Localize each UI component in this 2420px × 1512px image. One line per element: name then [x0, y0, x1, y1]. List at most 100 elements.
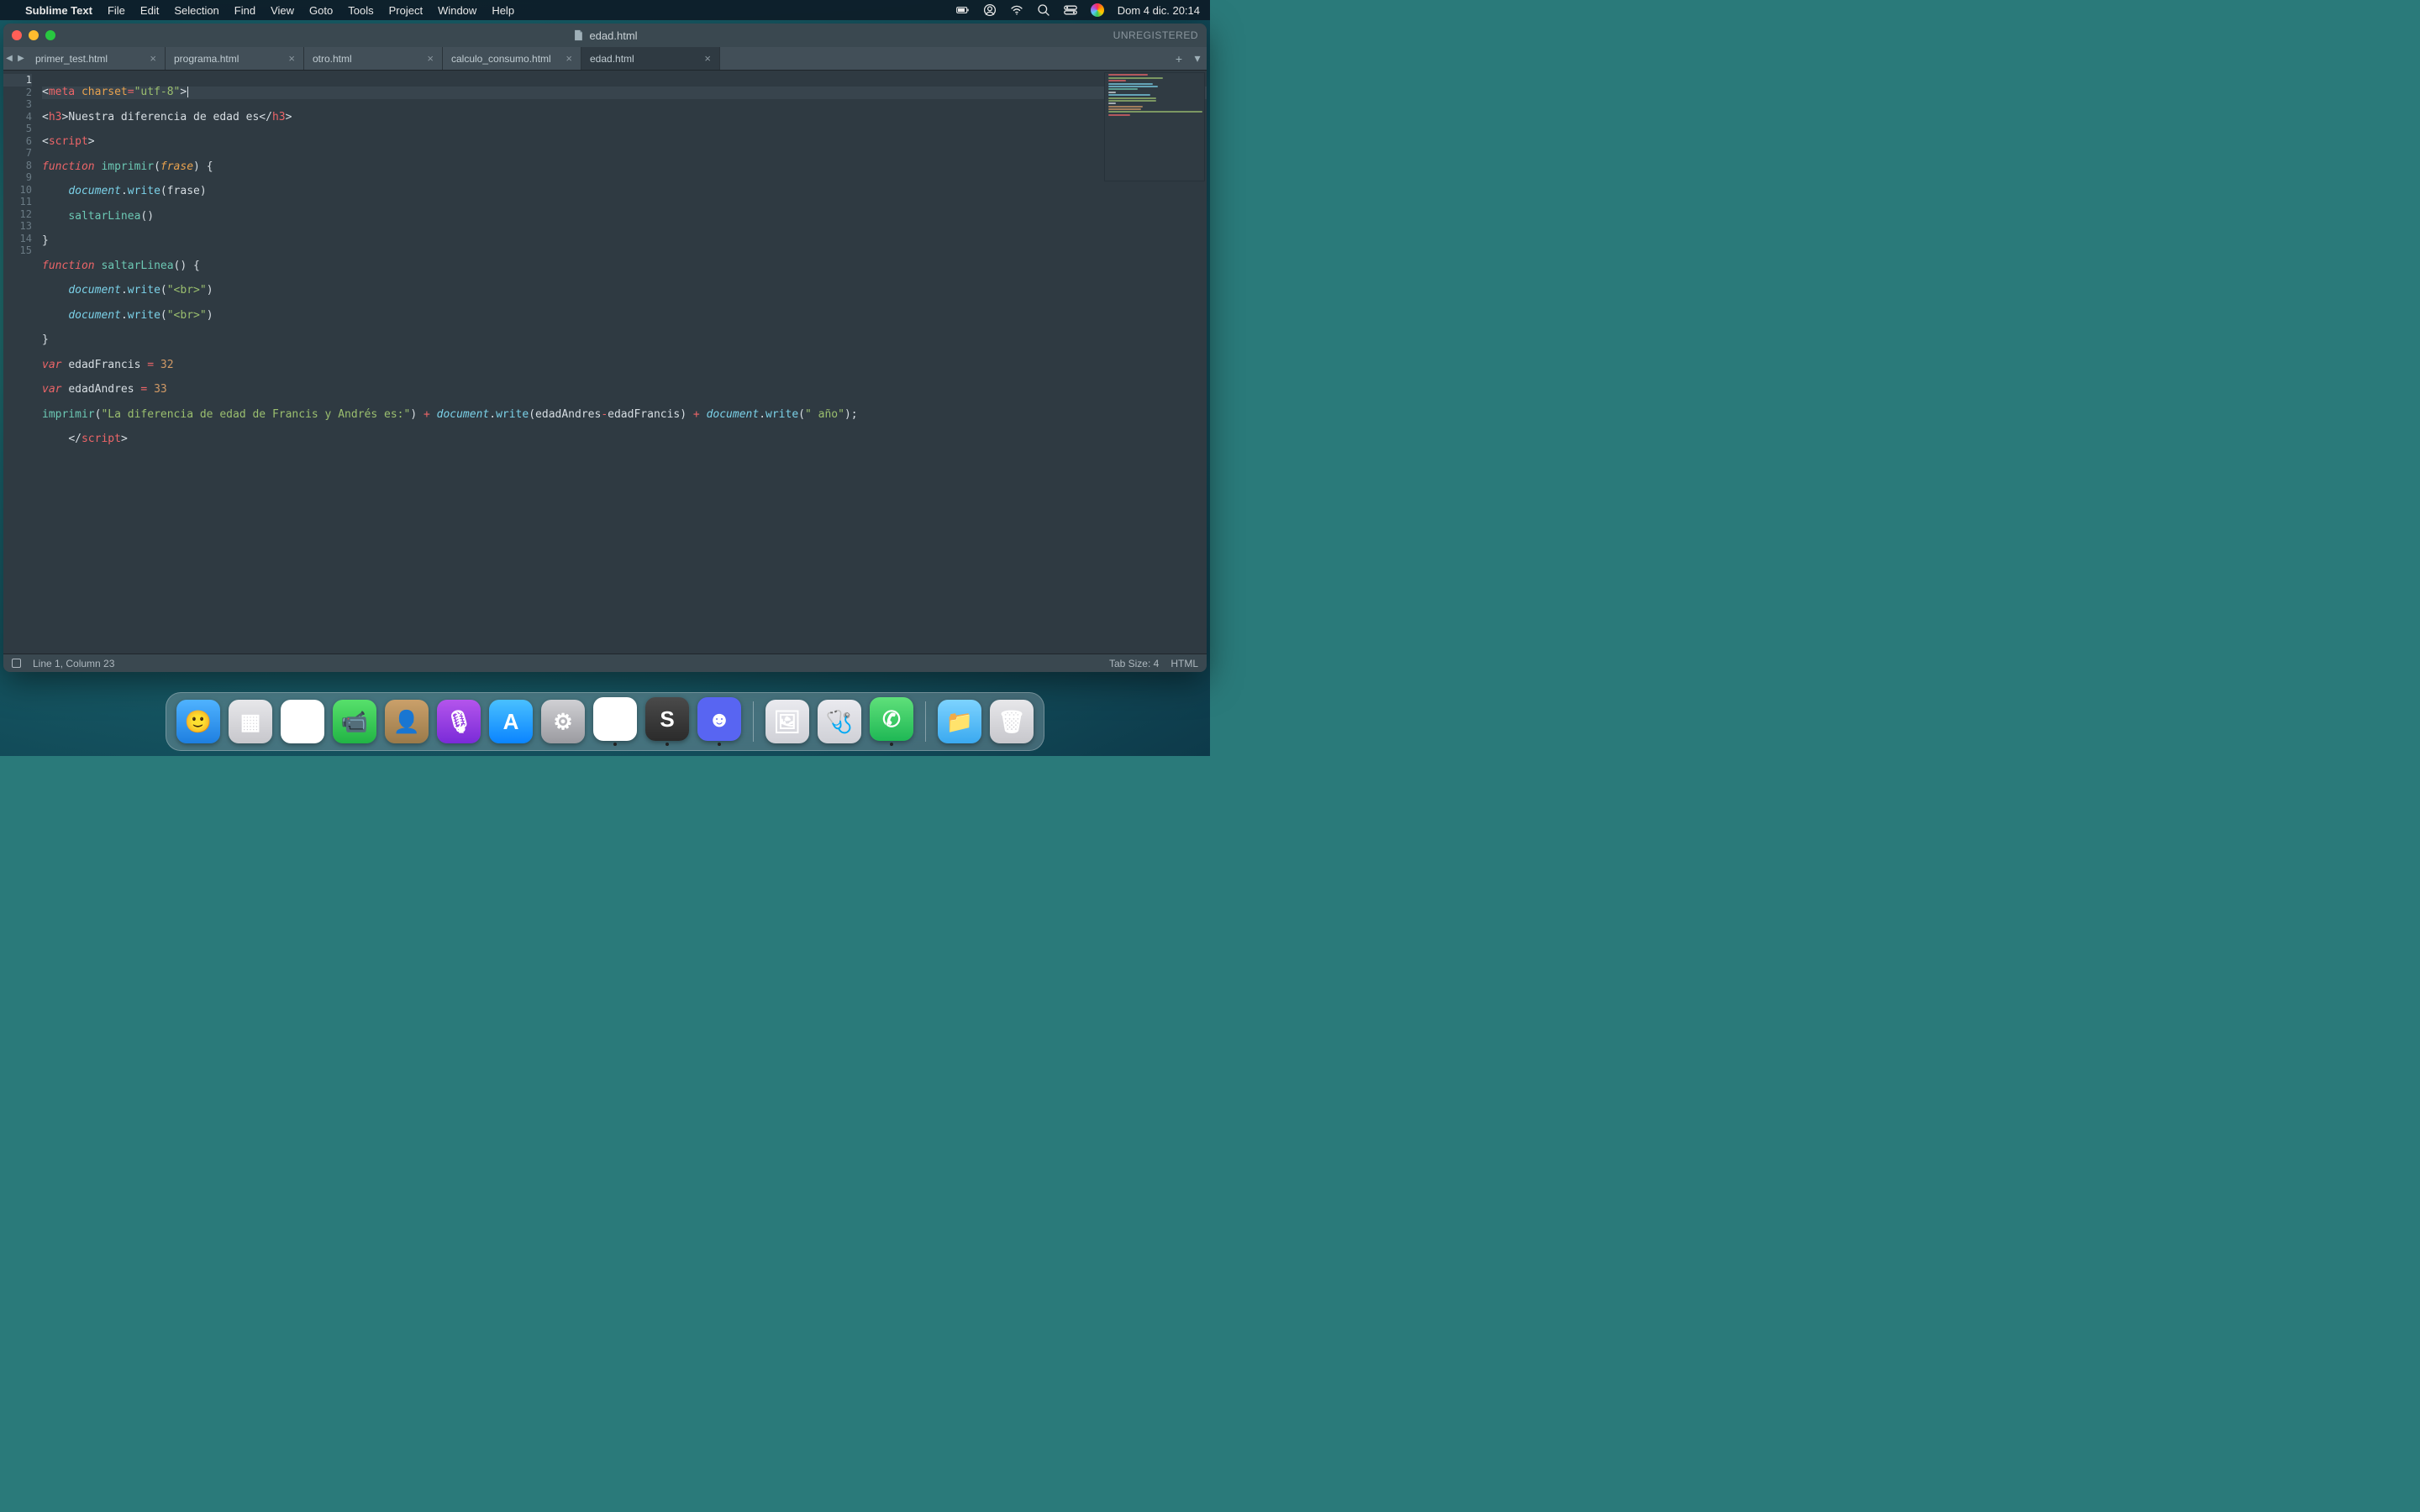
menu-tools[interactable]: Tools — [348, 4, 373, 17]
menu-project[interactable]: Project — [389, 4, 423, 17]
zoom-button[interactable] — [45, 30, 55, 40]
syntax-mode[interactable]: HTML — [1171, 658, 1198, 669]
dock-app-discord[interactable]: ☻ — [697, 697, 741, 746]
dock-app-folder[interactable]: 📁 — [938, 700, 981, 743]
line-number: 8 — [3, 160, 32, 172]
code-line: <meta charset="utf-8"> — [42, 87, 1207, 99]
line-number: 7 — [3, 147, 32, 160]
close-icon[interactable]: × — [427, 52, 434, 65]
close-button[interactable] — [12, 30, 22, 40]
dock-app-settings[interactable]: ⚙︎ — [541, 700, 585, 743]
running-indicator-icon — [613, 743, 617, 746]
status-bar: Line 1, Column 23 Tab Size: 4 HTML — [3, 654, 1207, 672]
menu-file[interactable]: File — [108, 4, 125, 17]
battery-icon[interactable] — [956, 3, 970, 17]
user-icon[interactable] — [983, 3, 997, 17]
line-number: 13 — [3, 220, 32, 233]
macos-dock: 🙂▦✿📹👤🎙A⚙︎◎S☻ 🖼🩺✆ 📁🗑 — [166, 692, 1044, 751]
dock-app-launchpad[interactable]: ▦ — [229, 700, 272, 743]
tab-programa[interactable]: programa.html × — [166, 47, 304, 70]
tab-label: calculo_consumo.html — [451, 53, 551, 65]
dock-app-whatsapp[interactable]: ✆ — [870, 697, 913, 746]
code-line: <script> — [42, 136, 1207, 149]
sublime-window: edad.html UNREGISTERED ◀ ▶ primer_test.h… — [3, 24, 1207, 672]
tab-dropdown-button[interactable]: ▾ — [1188, 47, 1207, 70]
line-number: 10 — [3, 184, 32, 197]
code-editor[interactable]: 1 2 3 4 5 6 7 8 9 10 11 12 13 14 15 <met… — [3, 71, 1207, 654]
line-number: 15 — [3, 244, 32, 257]
window-titlebar[interactable]: edad.html UNREGISTERED — [3, 24, 1207, 47]
code-line: document.write("<br>") — [42, 285, 1207, 297]
control-center-icon[interactable] — [1064, 3, 1077, 17]
dock-app-finder[interactable]: 🙂 — [176, 700, 220, 743]
new-tab-button[interactable]: + — [1170, 47, 1188, 70]
tab-label: edad.html — [590, 53, 634, 65]
sidebar-toggle-icon[interactable] — [12, 659, 21, 668]
line-number: 12 — [3, 208, 32, 221]
app-menu[interactable]: Sublime Text — [25, 4, 92, 17]
line-number: 3 — [3, 98, 32, 111]
tab-label: otro.html — [313, 53, 352, 65]
document-icon — [572, 29, 584, 41]
siri-icon[interactable] — [1091, 3, 1104, 17]
tab-size[interactable]: Tab Size: 4 — [1109, 658, 1159, 669]
menu-edit[interactable]: Edit — [140, 4, 159, 17]
menu-selection[interactable]: Selection — [174, 4, 218, 17]
dock-app-diskutil[interactable]: 🩺 — [818, 700, 861, 743]
dock-app-contacts[interactable]: 👤 — [385, 700, 429, 743]
code-line: </script> — [42, 433, 1207, 446]
close-icon[interactable]: × — [150, 52, 156, 65]
dock-app-trash[interactable]: 🗑 — [990, 700, 1034, 743]
tab-calculo-consumo[interactable]: calculo_consumo.html × — [443, 47, 581, 70]
tab-label: primer_test.html — [35, 53, 108, 65]
spotlight-icon[interactable] — [1037, 3, 1050, 17]
close-icon[interactable]: × — [704, 52, 711, 65]
line-number: 5 — [3, 123, 32, 135]
dock-app-preview[interactable]: 🖼 — [765, 700, 809, 743]
dock-app-facetime[interactable]: 📹 — [333, 700, 376, 743]
tab-label: programa.html — [174, 53, 239, 65]
menu-window[interactable]: Window — [438, 4, 476, 17]
tab-edad[interactable]: edad.html × — [581, 47, 720, 70]
wifi-icon[interactable] — [1010, 3, 1023, 17]
tab-history-back[interactable]: ◀ — [3, 47, 15, 70]
code-line: var edadFrancis = 32 — [42, 360, 1207, 372]
menu-help[interactable]: Help — [492, 4, 514, 17]
dock-separator — [925, 701, 926, 742]
line-number: 9 — [3, 171, 32, 184]
code-line: function imprimir(frase) { — [42, 161, 1207, 174]
code-line: saltarLinea() — [42, 211, 1207, 223]
code-area[interactable]: <meta charset="utf-8"> <h3>Nuestra difer… — [39, 71, 1207, 654]
menu-goto[interactable]: Goto — [309, 4, 333, 17]
line-number: 4 — [3, 111, 32, 123]
menu-find[interactable]: Find — [234, 4, 255, 17]
text-cursor — [187, 87, 188, 97]
unregistered-label: UNREGISTERED — [1113, 29, 1198, 41]
window-controls — [12, 30, 55, 40]
minimap[interactable] — [1104, 72, 1205, 181]
dock-app-chrome[interactable]: ◎ — [593, 697, 637, 746]
running-indicator-icon — [890, 743, 893, 746]
code-line: function saltarLinea() { — [42, 260, 1207, 273]
dock-app-appstore[interactable]: A — [489, 700, 533, 743]
code-line: document.write(frase) — [42, 186, 1207, 198]
close-icon[interactable]: × — [566, 52, 572, 65]
cursor-position[interactable]: Line 1, Column 23 — [33, 658, 114, 669]
dock-app-podcasts[interactable]: 🎙 — [437, 700, 481, 743]
minimize-button[interactable] — [29, 30, 39, 40]
dock-app-sublime[interactable]: S — [645, 697, 689, 746]
tab-bar: ◀ ▶ primer_test.html × programa.html × otr… — [3, 47, 1207, 71]
menubar-clock[interactable]: Dom 4 dic. 20:14 — [1118, 4, 1200, 17]
close-icon[interactable]: × — [288, 52, 295, 65]
line-number: 2 — [3, 87, 32, 99]
code-line: document.write("<br>") — [42, 310, 1207, 323]
tab-otro[interactable]: otro.html × — [304, 47, 443, 70]
line-number: 6 — [3, 135, 32, 148]
tab-primer-test[interactable]: primer_test.html × — [27, 47, 166, 70]
menu-view[interactable]: View — [271, 4, 294, 17]
line-number-gutter[interactable]: 1 2 3 4 5 6 7 8 9 10 11 12 13 14 15 — [3, 71, 39, 654]
tab-history-forward[interactable]: ▶ — [15, 47, 27, 70]
code-line: var edadAndres = 33 — [42, 384, 1207, 396]
code-line: imprimir("La diferencia de edad de Franc… — [42, 409, 1207, 422]
dock-app-photos[interactable]: ✿ — [281, 700, 324, 743]
